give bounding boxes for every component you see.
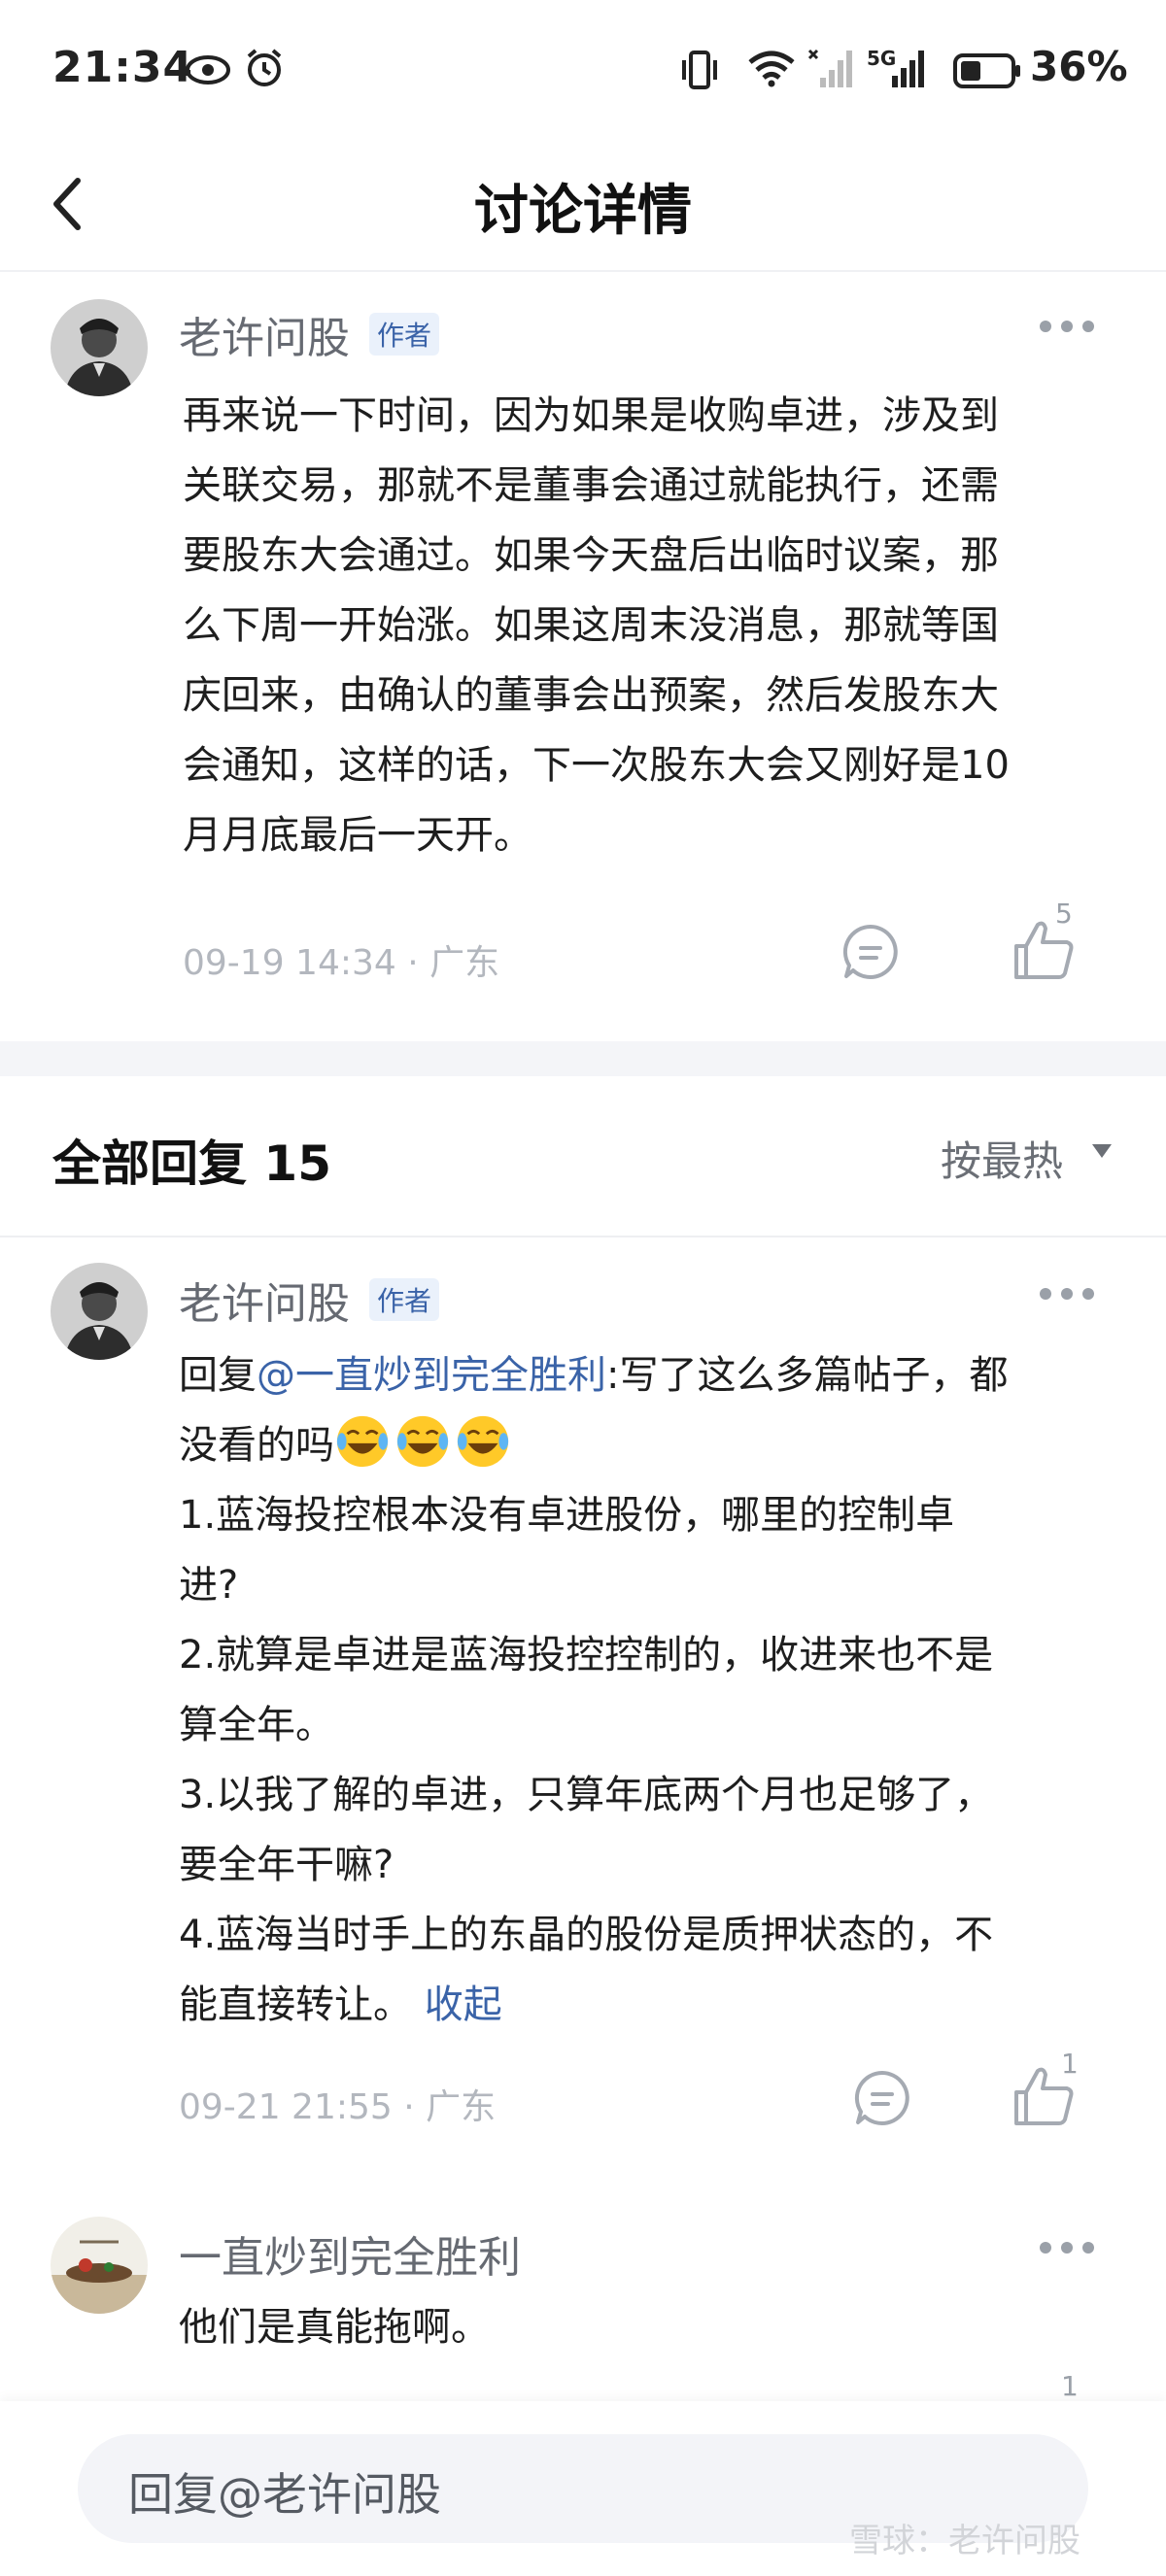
post-line: 再来说一下时间，因为如果是收购卓进，涉及到 (183, 393, 999, 438)
post-line: 月月底最后一天开。 (183, 813, 532, 858)
watermark: 雪球：老许问股 (849, 2522, 1080, 2560)
wifi-icon (748, 51, 795, 87)
comment-icon[interactable] (841, 923, 900, 981)
avatar-portrait-icon (51, 1263, 148, 1360)
reply-text: 没看的吗 (179, 1423, 334, 1468)
reply-line: 能直接转让。 收起 (179, 1970, 1112, 2040)
reply-avatar[interactable] (51, 2217, 148, 2314)
post-time: 09-19 14:34 (183, 943, 396, 983)
section-gap (0, 1041, 1166, 1076)
reply-input-placeholder: 回复@老许问股 (128, 2468, 441, 2521)
reply-line: 3.以我了解的卓进，只算年底两个月也足够了， (179, 1773, 994, 1817)
reply-line: 1.蓝海投控根本没有卓进股份，哪里的控制卓 (179, 1493, 955, 1538)
author-badge: 作者 (369, 1278, 440, 1321)
reply-line: 2.就算是卓进是蓝海投控控制的，收进来也不是 (179, 1633, 994, 1678)
nav-divider (0, 270, 1166, 272)
post-location: 广东 (429, 943, 500, 983)
sort-dropdown[interactable]: 按最热 (941, 1129, 1063, 1188)
post-line: 么下周一开始涨。如果这周末没消息，那就等国 (183, 603, 999, 648)
reply-content: 回复@一直炒到完全胜利:写了这么多篇帖子，都 没看的吗 1.蓝海投控根本没有卓进… (179, 1340, 1112, 2040)
post-line: 庆回来，由确认的董事会出预案，然后发股东大 (183, 673, 999, 718)
avatar-portrait-icon (51, 299, 148, 396)
laugh-cry-emoji (336, 1415, 389, 1468)
page-title: 讨论详情 (474, 180, 692, 243)
reply-avatar[interactable] (51, 1263, 148, 1360)
battery-percent: 36% (1030, 43, 1128, 90)
reply-line: 没看的吗 (179, 1410, 1112, 1480)
reply-line: 回复@一直炒到完全胜利:写了这么多篇帖子，都 (179, 1340, 1112, 1410)
mention-link[interactable]: @一直炒到完全胜利 (257, 1353, 606, 1398)
laugh-cry-emoji (457, 1415, 509, 1468)
replies-title: 全部回复 15 (52, 1135, 331, 1192)
reply-time: 09-21 21:55 (179, 2087, 393, 2127)
reply-line: 进? (179, 1563, 239, 1608)
reply-location: 广东 (426, 2087, 497, 2127)
reply-line: 要全年干嘛? (179, 1843, 394, 1887)
more-options-icon[interactable] (1040, 2242, 1094, 2257)
replies-divider (0, 1236, 1166, 1237)
alarm-icon (247, 49, 282, 86)
author-name[interactable]: 老许问股 (179, 303, 350, 365)
meta-separator: · (407, 943, 430, 983)
reply-prefix: 回复 (179, 1353, 257, 1398)
battery-icon (953, 53, 1020, 88)
more-options-icon[interactable] (1040, 321, 1094, 336)
post-like-count: 5 (1055, 898, 1073, 930)
reply-author-name[interactable]: 一直炒到完全胜利 (179, 2222, 521, 2285)
reply-line: 算全年。 (179, 1703, 334, 1747)
reply-meta: 09-21 21:55 · 广东 (179, 2079, 496, 2129)
reply-like-count: 1 (1061, 2370, 1079, 2402)
collapse-link[interactable]: 收起 (425, 1983, 502, 2027)
reply-text: :写了这么多篇帖子，都 (606, 1353, 1009, 1398)
reply-line: 4.蓝海当时手上的东晶的股份是质押状态的，不 (179, 1913, 994, 1957)
reply-line: 他们是真能拖啊。 (179, 2305, 490, 2350)
reply-content: 他们是真能拖啊。 (179, 2292, 1112, 2362)
post-line: 会通知，这样的话，下一次股东大会又刚好是10 (183, 743, 1010, 788)
status-bar: 21:34 5G 36% (0, 0, 1166, 146)
meta-separator: · (403, 2087, 427, 2127)
reply-like-count: 1 (1061, 2048, 1079, 2080)
comment-icon[interactable] (853, 2069, 911, 2127)
caret-down-icon[interactable] (1092, 1144, 1112, 1158)
post-line: 要股东大会通过。如果今天盘后出临时议案，那 (183, 533, 999, 578)
reply-text: 能直接转让。 (179, 1983, 412, 2027)
post-line: 关联交易，那就不是董事会通过就能执行，还需 (183, 463, 999, 508)
reply-author-name[interactable]: 老许问股 (179, 1269, 350, 1331)
author-avatar[interactable] (51, 299, 148, 396)
vibrate-icon (682, 51, 717, 89)
author-badge: 作者 (369, 313, 440, 356)
eye-icon (186, 55, 230, 85)
more-options-icon[interactable] (1040, 1288, 1094, 1304)
post-content: 再来说一下时间，因为如果是收购卓进，涉及到 关联交易，那就不是董事会通过就能执行… (183, 381, 1115, 870)
avatar-landscape-icon (51, 2217, 148, 2314)
laugh-cry-emoji (396, 1415, 449, 1468)
post-meta: 09-19 14:34 · 广东 (183, 934, 499, 985)
signal-bars-icon (892, 51, 924, 87)
status-time: 21:34 (52, 43, 194, 92)
signal-icon (807, 49, 852, 87)
